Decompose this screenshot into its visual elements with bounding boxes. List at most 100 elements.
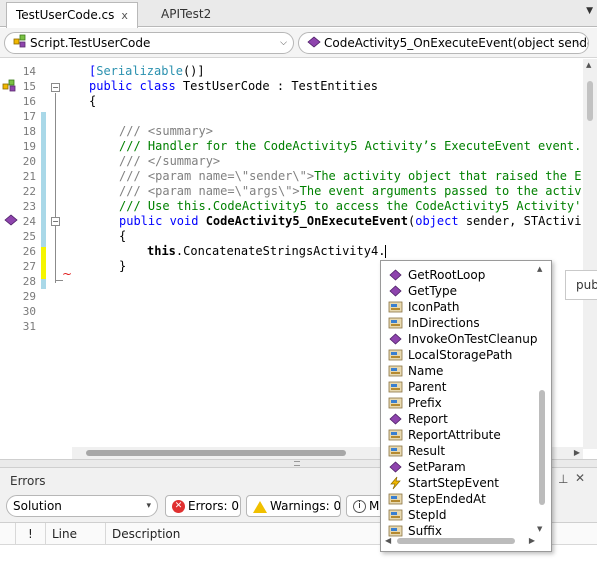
method-icon — [388, 332, 403, 346]
property-icon — [388, 348, 403, 362]
tab-list-dropdown-icon[interactable]: ▼ — [586, 6, 593, 16]
column-header-description[interactable]: Description — [106, 523, 386, 545]
grid-header-spacer — [0, 523, 16, 545]
type-selector[interactable]: Script.TestUserCode ⌵ — [4, 32, 294, 54]
method-icon — [4, 214, 18, 229]
scrollbar-thumb[interactable] — [86, 450, 346, 456]
code-token: : — [269, 79, 292, 93]
pin-icon[interactable]: ⊥ — [558, 472, 568, 486]
code-line: } — [119, 259, 127, 273]
autocomplete-vertical-scrollbar[interactable]: ▲ ▼ — [536, 265, 548, 533]
code-token: CodeActivity5_OnExecuteEvent — [205, 214, 408, 228]
method-icon — [307, 34, 321, 54]
unsaved-change-bar — [41, 247, 46, 279]
close-icon[interactable]: x — [121, 9, 128, 22]
scope-dropdown[interactable]: Solution ▾ — [6, 495, 158, 517]
autocomplete-popup[interactable]: GetRootLoop GetType IconPath InDirections In… — [380, 260, 552, 552]
editor-vertical-scrollbar[interactable]: ▲ — [583, 59, 597, 449]
warning-icon — [253, 500, 267, 513]
saved-change-bar — [41, 112, 46, 247]
line-number: 23 — [22, 200, 36, 213]
warnings-filter-button[interactable]: Warnings: 0 — [246, 495, 341, 517]
method-icon — [388, 412, 403, 426]
property-icon — [388, 492, 403, 506]
autocomplete-item-label: IconPath — [408, 300, 460, 314]
tab-testusercode[interactable]: TestUserCode.cs x — [6, 2, 138, 28]
code-token: args — [249, 184, 278, 198]
autocomplete-item-label: StepEndedAt — [408, 492, 486, 506]
scrollbar-thumb[interactable] — [397, 538, 515, 544]
code-token: sender — [249, 169, 293, 183]
tab-label: TestUserCode.cs — [16, 8, 115, 22]
line-number: 17 — [22, 110, 36, 123]
code-token: public class — [89, 79, 183, 93]
autocomplete-item-label: Name — [408, 364, 444, 378]
scrollbar-thumb[interactable] — [587, 81, 593, 121]
line-number: 30 — [22, 305, 36, 318]
error-icon: ✕ — [172, 500, 185, 513]
code-token: ()] — [182, 64, 205, 78]
property-icon — [388, 396, 403, 410]
member-selector[interactable]: CodeActivity5_OnExecuteEvent(object send… — [298, 32, 589, 54]
code-line: /// Use this.CodeActivity5 to access the… — [119, 199, 582, 213]
scrollbar-thumb[interactable] — [539, 390, 545, 505]
grip-icon — [294, 461, 300, 466]
line-number: 22 — [22, 185, 36, 198]
class-icon — [2, 79, 18, 95]
autocomplete-item-label: LocalStoragePath — [408, 348, 513, 362]
line-number: 20 — [22, 155, 36, 168]
column-header-severity[interactable]: ! — [16, 523, 46, 545]
code-token: The event arguments passed to the activi — [299, 184, 582, 198]
autocomplete-item-label: Report — [408, 412, 448, 426]
scroll-up-icon[interactable]: ▲ — [586, 61, 591, 69]
errors-filter-button[interactable]: ✕ Errors: 0 — [165, 495, 241, 517]
code-line: /// <summary> — [119, 124, 213, 138]
method-icon — [388, 284, 403, 298]
panel-title: Errors — [10, 474, 46, 488]
code-token: public void — [119, 214, 206, 228]
property-icon — [388, 316, 403, 330]
info-icon: i — [353, 500, 366, 513]
line-number: 19 — [22, 140, 36, 153]
autocomplete-item-label: InvokeOnTestCleanup — [408, 332, 538, 346]
document-tab-bar: TestUserCode.cs x APITest2 ▼ — [0, 0, 597, 28]
code-token: \"> — [292, 169, 315, 183]
autocomplete-item-label: ReportAttribute — [408, 428, 501, 442]
warnings-count: Warnings: 0 — [270, 499, 341, 513]
column-header-line[interactable]: Line — [46, 523, 106, 545]
scroll-up-icon[interactable]: ▲ — [537, 265, 542, 273]
errors-count: Errors: 0 — [188, 499, 239, 513]
line-number: 16 — [22, 95, 36, 108]
collapse-method-toggle[interactable]: − — [51, 217, 60, 226]
tab-label: APITest2 — [161, 7, 212, 21]
class-icon — [13, 34, 27, 54]
scroll-down-icon[interactable]: ▼ — [537, 525, 542, 533]
collapse-class-toggle[interactable]: − — [51, 83, 60, 92]
scroll-left-icon[interactable]: ◀ — [385, 536, 391, 545]
fold-guide — [55, 93, 56, 283]
code-token: object — [415, 214, 459, 228]
close-icon[interactable]: ✕ — [575, 471, 585, 485]
code-token: \"> — [277, 184, 300, 198]
autocomplete-horizontal-scrollbar[interactable]: ◀ ▶ — [385, 535, 535, 547]
line-number: 21 — [22, 170, 36, 183]
property-icon — [388, 380, 403, 394]
code-token: TestEntities — [291, 79, 379, 93]
scroll-right-icon[interactable]: ▶ — [574, 448, 580, 457]
saved-change-bar — [41, 279, 46, 289]
type-selector-label: Script.TestUserCode — [30, 36, 151, 50]
scroll-right-icon[interactable]: ▶ — [529, 536, 535, 545]
tab-apitest2[interactable]: APITest2 — [152, 2, 220, 27]
autocomplete-item-label: Prefix — [408, 396, 442, 410]
code-token: /// — [119, 169, 148, 183]
line-number: 31 — [22, 320, 36, 333]
code-token: TestUserCode — [182, 79, 270, 93]
autocomplete-item-label: StepId — [408, 508, 447, 522]
code-token: /// — [119, 184, 148, 198]
method-icon — [388, 460, 403, 474]
chevron-down-icon: ⌵ — [575, 38, 582, 48]
code-token: .ConcatenateStringsActivity4. — [175, 244, 386, 258]
line-number: 14 — [22, 65, 36, 78]
code-token: sender, STActivit — [458, 214, 582, 228]
code-token: The activity object that raised the Ex — [314, 169, 582, 183]
